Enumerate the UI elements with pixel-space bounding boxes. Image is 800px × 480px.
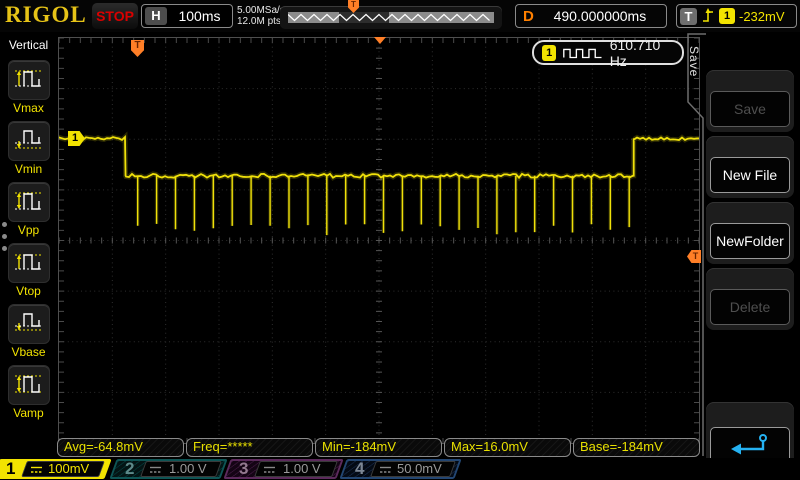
freq-channel-badge: 1 (542, 45, 556, 61)
vmin-button[interactable] (8, 121, 50, 161)
sidebar-title: Vertical (0, 32, 57, 54)
channel1-trace (59, 38, 699, 443)
channel4-number: 4 (355, 459, 364, 479)
measurement-base: Base=-184mV (573, 438, 700, 457)
trigger-level-value: -232mV (739, 9, 785, 24)
dc-coupling-icon (30, 466, 43, 474)
vmin-icon (12, 127, 46, 153)
sidebar-item-label: Vmax (0, 101, 57, 115)
sample-rate: 5.00MSa/s (237, 5, 285, 16)
measurement-max: Max=16.0mV (444, 438, 571, 457)
vpp-button[interactable] (8, 182, 50, 222)
menu-tab-outline (684, 32, 708, 458)
vtop-button[interactable] (8, 243, 50, 283)
menu-page-dots (2, 222, 7, 251)
timebase-value: 100ms (167, 8, 232, 24)
save-menu: Save Save New File NewFolder Delete (684, 32, 800, 458)
horizontal-reference-marker (374, 37, 386, 44)
delete-button[interactable]: Delete (710, 289, 790, 325)
sidebar-item-label: Vamp (0, 406, 57, 420)
vmax-button[interactable] (8, 60, 50, 100)
delay-value: 490.000000ms (534, 8, 666, 24)
channel4-status[interactable]: 4 50.0mV (343, 459, 458, 479)
frequency-counter: 1 610.710 Hz (532, 40, 684, 65)
vamp-button[interactable] (8, 365, 50, 405)
save-button[interactable]: Save (710, 91, 790, 127)
channel2-number: 2 (125, 459, 134, 479)
rigol-logo: RIGOL (5, 2, 87, 28)
sidebar-item-vbase[interactable]: Vbase (0, 304, 57, 359)
new-folder-button[interactable]: NewFolder (710, 223, 790, 259)
trigger-source-badge: 1 (719, 8, 735, 24)
vamp-icon (12, 371, 46, 397)
vmax-icon (12, 66, 46, 92)
dc-coupling-icon (263, 466, 276, 474)
vtop-icon (12, 249, 46, 275)
measurement-avg: Avg=-64.8mV (57, 438, 184, 457)
vpp-icon (12, 188, 46, 214)
horizontal-timebase-box: H 100ms (141, 4, 233, 28)
delay-label: D (523, 8, 534, 25)
waveform-display (58, 37, 700, 444)
sidebar-item-vtop[interactable]: Vtop (0, 243, 57, 298)
softkey-tile: New File (706, 136, 794, 198)
sidebar-item-label: Vpp (0, 223, 57, 237)
channel3-number: 3 (239, 459, 248, 479)
trigger-label: T (680, 8, 697, 25)
sidebar-item-vmax[interactable]: Vmax (0, 60, 57, 115)
sidebar-item-vpp[interactable]: Vpp (0, 182, 57, 237)
sidebar-item-label: Vtop (0, 284, 57, 298)
waveform-overview-strip: T (280, 6, 502, 29)
run-state-indicator: STOP (92, 3, 138, 29)
dc-coupling-icon (149, 466, 162, 474)
sidebar-item-vamp[interactable]: Vamp (0, 365, 57, 420)
acquisition-info: 5.00MSa/s 12.0M pts (237, 5, 285, 27)
top-status-bar: RIGOL STOP H 100ms 5.00MSa/s 12.0M pts T… (0, 0, 800, 32)
sidebar-item-vmin[interactable]: Vmin (0, 121, 57, 176)
channel1-number: 1 (6, 459, 15, 479)
channel4-scale: 50.0mV (397, 459, 442, 479)
memory-depth: 12.0M pts (237, 16, 285, 27)
measurement-min: Min=-184mV (315, 438, 442, 457)
channel-status-bar: 1 100mV 2 1.00 V 3 (0, 458, 800, 480)
measure-sidebar: Vertical Vmax (0, 32, 57, 458)
sidebar-item-label: Vbase (0, 345, 57, 359)
horizontal-label: H (145, 7, 167, 25)
delay-box: D 490.000000ms (515, 4, 667, 28)
dc-coupling-icon (379, 466, 392, 474)
vbase-button[interactable] (8, 304, 50, 344)
frequency-value: 610.710 Hz (610, 37, 674, 69)
measurement-bar: Avg=-64.8mV Freq=***** Min=-184mV Max=16… (57, 438, 700, 457)
square-wave-icon (562, 46, 603, 60)
oscilloscope-screen: RIGOL STOP H 100ms 5.00MSa/s 12.0M pts T… (0, 0, 800, 480)
rising-edge-icon (701, 7, 715, 25)
channel3-scale: 1.00 V (283, 459, 321, 479)
measurement-freq: Freq=***** (186, 438, 313, 457)
channel2-status[interactable]: 2 1.00 V (113, 459, 224, 479)
softkey-tile: Delete (706, 268, 794, 330)
channel2-scale: 1.00 V (169, 459, 207, 479)
channel1-scale: 100mV (48, 459, 89, 479)
channel3-status[interactable]: 3 1.00 V (227, 459, 340, 479)
vbase-icon (12, 310, 46, 336)
channel1-status[interactable]: 1 100mV (0, 459, 108, 479)
record-band (288, 12, 494, 23)
menu-tab-save: Save (687, 46, 701, 77)
new-file-button[interactable]: New File (710, 157, 790, 193)
return-arrow-icon (728, 432, 772, 458)
softkey-tile: Save (706, 70, 794, 132)
trigger-status-box: T 1 -232mV (676, 4, 797, 28)
sidebar-item-label: Vmin (0, 162, 57, 176)
softkey-tile: NewFolder (706, 202, 794, 264)
overview-waveform (288, 12, 494, 23)
